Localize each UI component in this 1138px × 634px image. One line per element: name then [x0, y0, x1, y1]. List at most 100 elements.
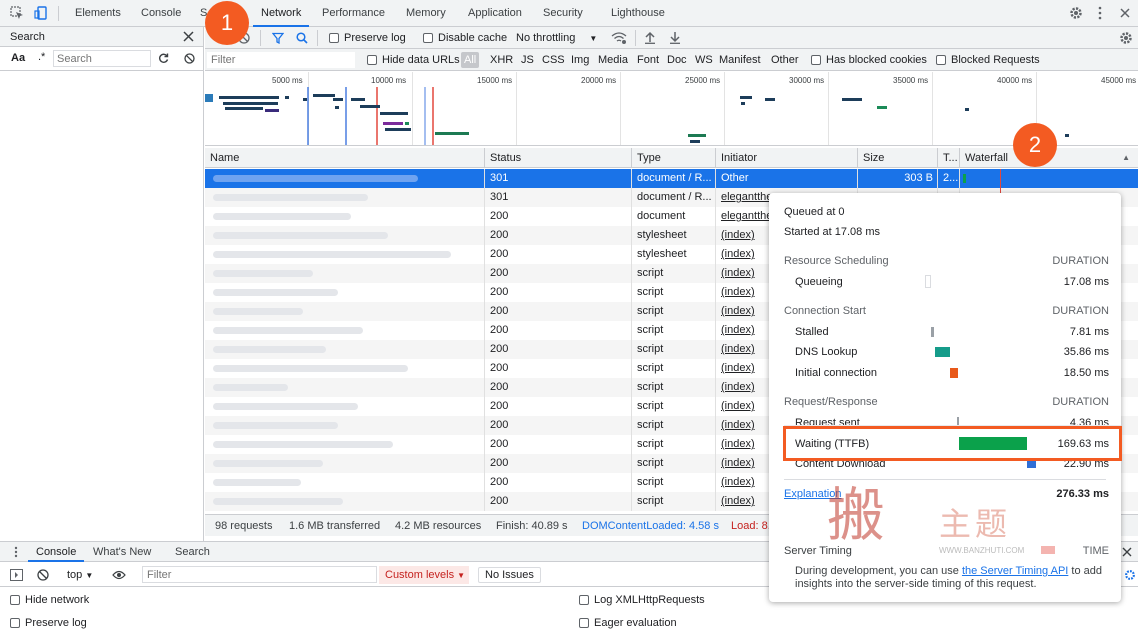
row-status: 200: [485, 340, 632, 359]
drawer-tab-search[interactable]: Search: [175, 542, 210, 562]
row-status: 200: [485, 435, 632, 454]
hide-network-checkbox[interactable]: Hide network: [10, 594, 89, 606]
tab-memory[interactable]: Memory: [406, 0, 446, 27]
type-filter-manifest[interactable]: Manifest: [719, 49, 761, 71]
row-name-cell[interactable]: [205, 188, 485, 207]
row-name-cell[interactable]: [205, 397, 485, 416]
type-filter-all[interactable]: All: [461, 52, 480, 68]
type-filter-css[interactable]: CSS: [542, 49, 565, 71]
preserve-log-checkbox[interactable]: Preserve log: [329, 27, 406, 49]
tab-application[interactable]: Application: [468, 0, 522, 27]
server-timing-text: to add: [1071, 565, 1102, 577]
row-name-cell[interactable]: [205, 359, 485, 378]
disable-cache-checkbox[interactable]: Disable cache: [423, 27, 507, 49]
eager-evaluation-checkbox[interactable]: Eager evaluation: [579, 617, 677, 629]
column-header-size[interactable]: Size: [858, 148, 938, 168]
row-type: stylesheet: [632, 245, 716, 264]
live-expression-eye-icon[interactable]: [112, 570, 126, 580]
match-case-button[interactable]: Aa: [11, 52, 25, 64]
context-select[interactable]: top ▼: [67, 563, 93, 588]
tab-security[interactable]: Security: [543, 0, 583, 27]
type-filter-js[interactable]: JS: [521, 49, 534, 71]
close-drawer-icon[interactable]: [1122, 547, 1132, 557]
inspect-element-icon[interactable]: [10, 6, 24, 20]
row-name-cell[interactable]: [205, 207, 485, 226]
throttling-select[interactable]: No throttling ▼: [516, 27, 597, 49]
clear-search-icon[interactable]: [184, 53, 195, 64]
started-at-text: Started at 17.08 ms: [784, 226, 880, 238]
row-name-cell[interactable]: [205, 473, 485, 492]
row-name-cell[interactable]: [205, 245, 485, 264]
row-name-cell[interactable]: [205, 283, 485, 302]
import-har-icon[interactable]: [644, 31, 656, 44]
drawer-tab-console[interactable]: Console: [28, 542, 85, 562]
refresh-icon[interactable]: [158, 53, 169, 64]
row-name-cell[interactable]: [205, 264, 485, 283]
tab-performance[interactable]: Performance: [322, 0, 385, 27]
settings-gear-icon[interactable]: [1069, 6, 1083, 20]
column-header-type[interactable]: Type: [632, 148, 716, 168]
table-row[interactable]: 301 document / R... Other 303 B 2...: [205, 169, 1138, 188]
type-filter-other[interactable]: Other: [771, 49, 799, 71]
drawer-menu-icon[interactable]: [14, 546, 18, 558]
row-name-cell[interactable]: [205, 378, 485, 397]
export-har-icon[interactable]: [669, 31, 681, 44]
type-filter-xhr[interactable]: XHR: [490, 49, 513, 71]
server-timing-text: During development, you can use: [795, 565, 959, 577]
row-name-cell[interactable]: [205, 169, 485, 188]
type-filter-media[interactable]: Media: [598, 49, 628, 71]
log-levels-select[interactable]: Custom levels ▼: [379, 566, 469, 584]
duration-header: DURATION: [1052, 305, 1109, 317]
waterfall-bar: [963, 174, 966, 183]
issues-button[interactable]: No Issues: [478, 567, 541, 583]
server-timing-api-link[interactable]: the Server Timing API: [962, 565, 1068, 577]
network-settings-icon[interactable]: [1119, 31, 1133, 45]
tab-elements[interactable]: Elements: [75, 0, 121, 27]
search-input[interactable]: [53, 50, 151, 67]
clear-console-icon[interactable]: [37, 569, 49, 581]
row-name-cell[interactable]: [205, 435, 485, 454]
type-filter-doc[interactable]: Doc: [667, 49, 687, 71]
column-header-status[interactable]: Status: [485, 148, 632, 168]
close-devtools-icon[interactable]: [1119, 7, 1131, 19]
row-name-cell[interactable]: [205, 321, 485, 340]
network-overview-timeline[interactable]: 5000 ms 10000 ms 15000 ms 20000 ms 25000…: [205, 72, 1138, 146]
has-blocked-cookies-checkbox[interactable]: Has blocked cookies: [811, 49, 927, 71]
row-name-cell[interactable]: [205, 302, 485, 321]
filter-input[interactable]: [207, 52, 355, 68]
show-sidebar-icon[interactable]: [10, 569, 23, 581]
row-name-cell[interactable]: [205, 226, 485, 245]
column-header-time[interactable]: T...: [938, 148, 960, 168]
filter-icon[interactable]: [272, 32, 284, 44]
regex-button[interactable]: .*: [38, 51, 45, 63]
search-icon[interactable]: [296, 32, 308, 44]
timing-label-dns-lookup: DNS Lookup: [795, 346, 858, 358]
row-name-cell[interactable]: [205, 454, 485, 473]
device-toolbar-icon[interactable]: [34, 6, 48, 20]
blocked-requests-checkbox[interactable]: Blocked Requests: [936, 49, 1040, 71]
network-conditions-icon[interactable]: [611, 32, 627, 44]
redacted-name: [213, 251, 451, 258]
more-options-icon[interactable]: [1097, 6, 1103, 20]
type-filter-img[interactable]: Img: [571, 49, 589, 71]
column-header-initiator[interactable]: Initiator: [716, 148, 858, 168]
console-filter-input[interactable]: [142, 566, 377, 583]
row-name-cell[interactable]: [205, 416, 485, 435]
duration-header: DURATION: [1052, 255, 1109, 267]
tab-network[interactable]: Network: [253, 0, 310, 27]
redacted-name: [213, 346, 326, 353]
drawer-tab-whats-new[interactable]: What's New: [93, 542, 151, 562]
column-header-name[interactable]: Name: [205, 148, 485, 168]
tab-console[interactable]: Console: [141, 0, 181, 27]
row-name-cell[interactable]: [205, 340, 485, 359]
close-search-icon[interactable]: [183, 31, 194, 42]
console-settings-icon[interactable]: [1124, 569, 1136, 581]
row-name-cell[interactable]: [205, 492, 485, 511]
hide-data-urls-checkbox[interactable]: Hide data URLs: [367, 49, 460, 71]
watermark-logo: 搬: [827, 482, 917, 552]
log-xmlhttprequests-checkbox[interactable]: Log XMLHttpRequests: [579, 594, 705, 606]
type-filter-font[interactable]: Font: [637, 49, 659, 71]
console-preserve-log-checkbox[interactable]: Preserve log: [10, 617, 87, 629]
tab-lighthouse[interactable]: Lighthouse: [611, 0, 665, 27]
type-filter-ws[interactable]: WS: [695, 49, 713, 71]
